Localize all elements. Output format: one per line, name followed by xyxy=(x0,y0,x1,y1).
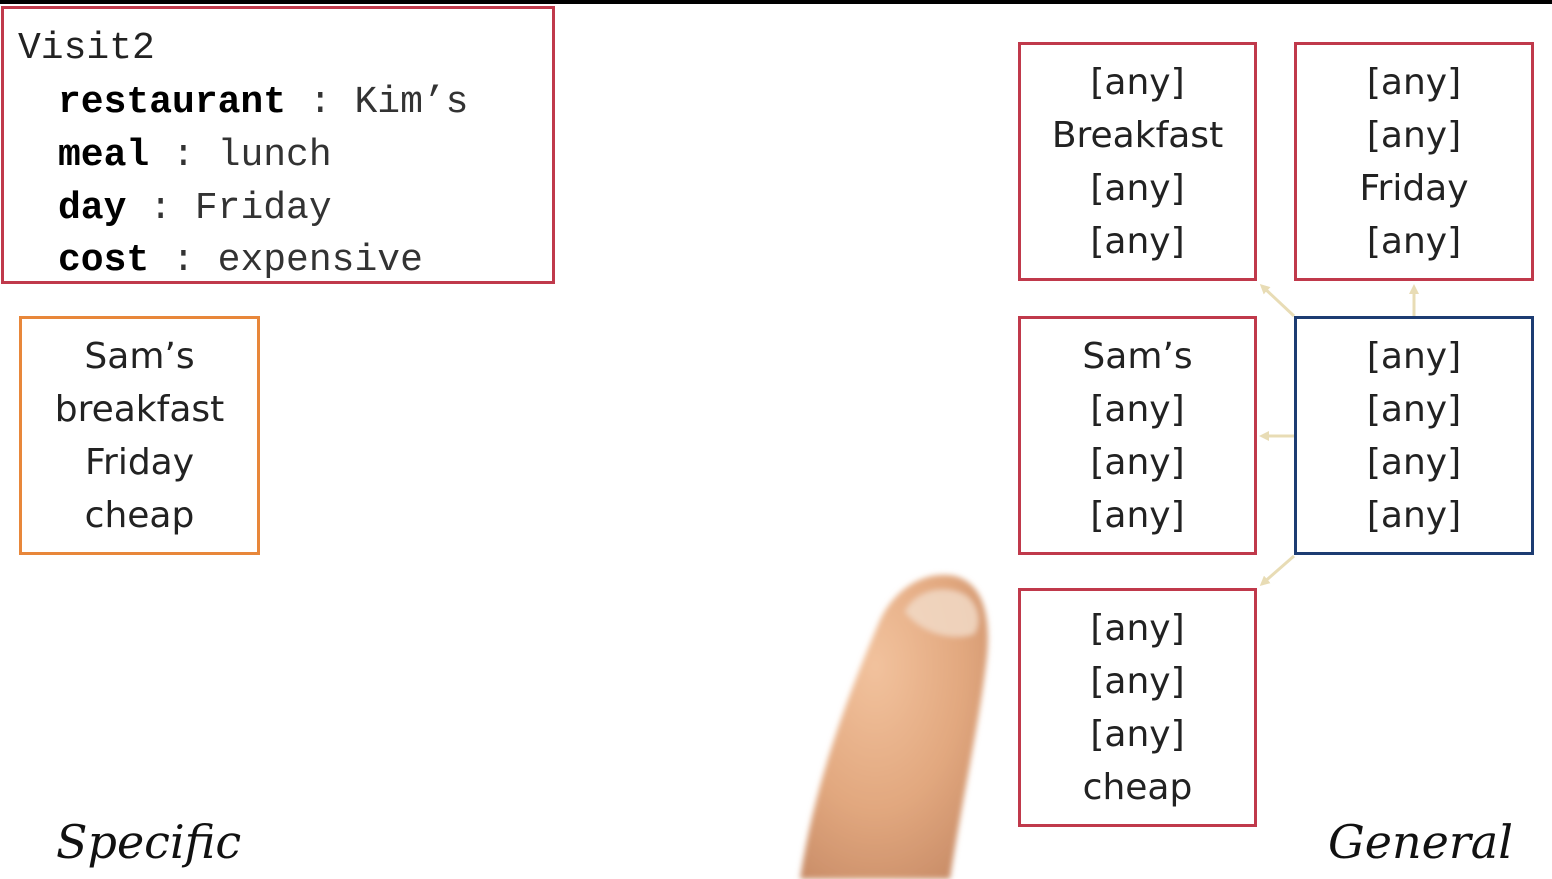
arrow-to-bottom-left xyxy=(1259,554,1295,586)
diagram-overlay xyxy=(800,283,1419,879)
specific-label: Specific xyxy=(56,815,242,869)
general-label: General xyxy=(1328,815,1513,869)
arrow-to-top-left xyxy=(1259,283,1296,318)
pointing-finger xyxy=(800,574,988,879)
